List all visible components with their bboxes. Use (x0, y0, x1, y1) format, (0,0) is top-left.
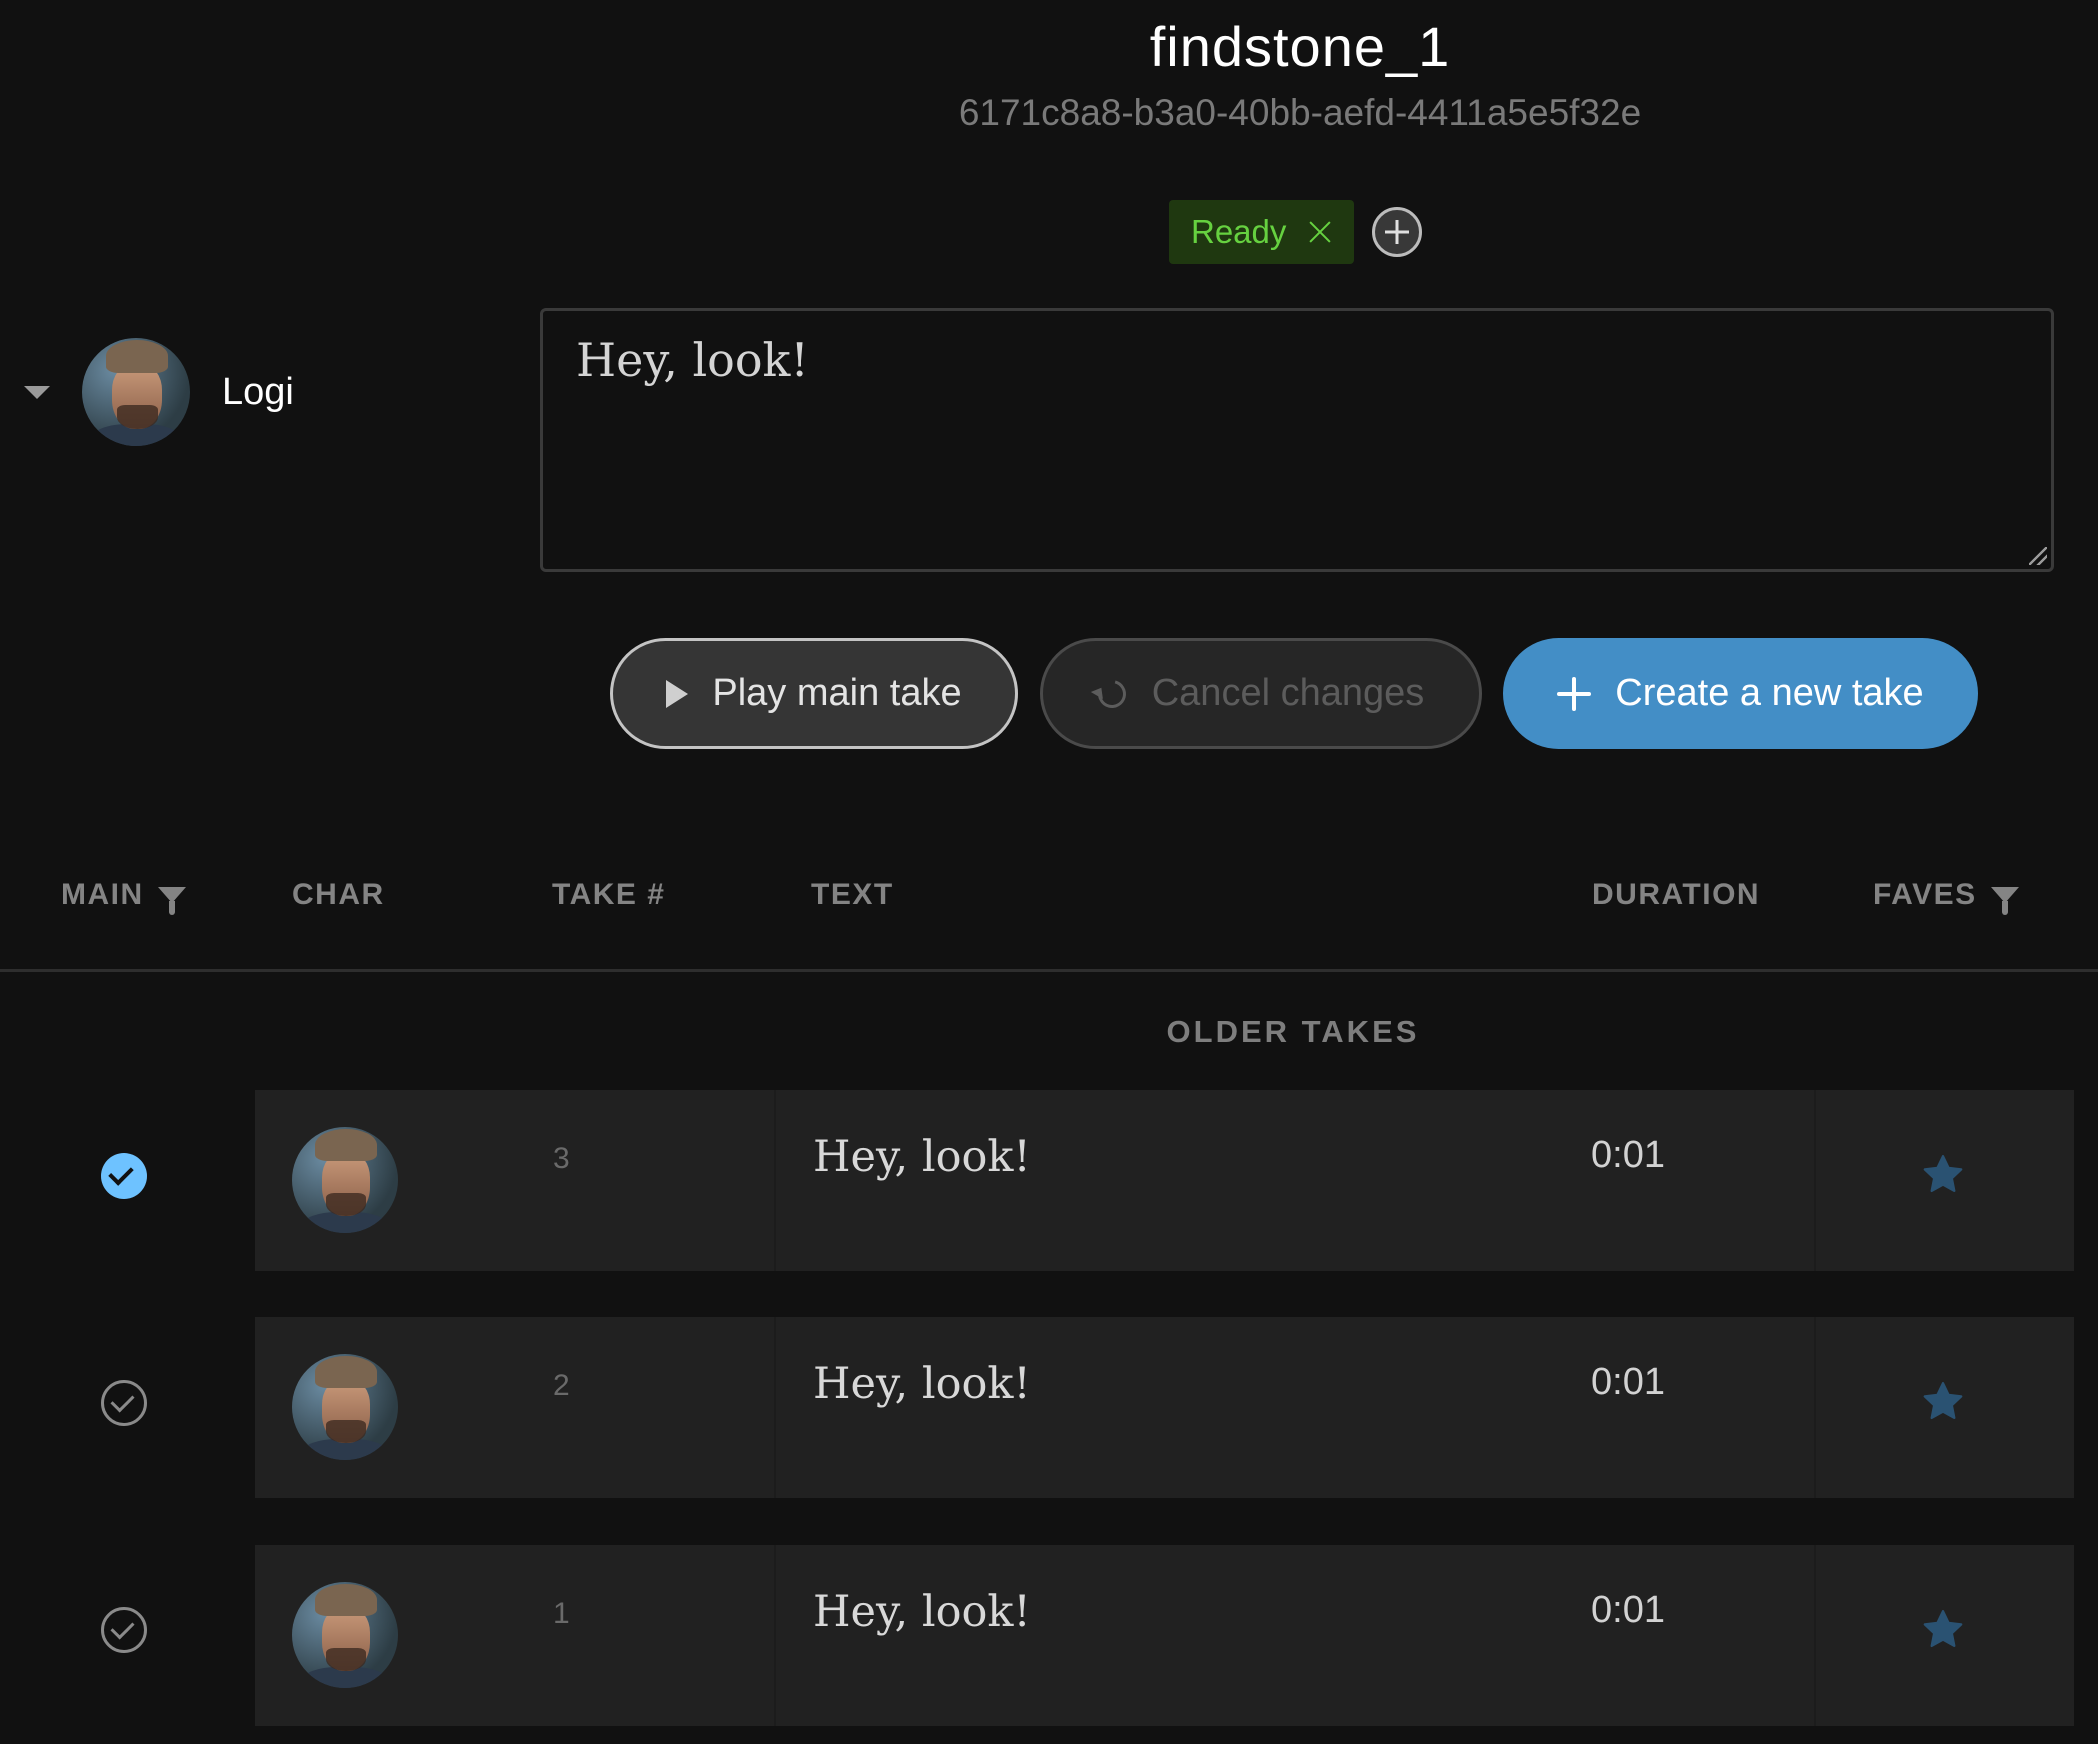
create-label: Create a new take (1615, 672, 1924, 714)
column-divider (1814, 1545, 1816, 1726)
character-name: Logi (222, 370, 294, 413)
take-duration: 0:01 (1591, 1589, 1665, 1631)
star-icon[interactable] (1919, 1152, 1967, 1198)
take-editor-page: findstone_1 6171c8a8-b3a0-40bb-aefd-4411… (0, 0, 2098, 1744)
character-avatar (292, 1582, 398, 1688)
column-label: MAIN (61, 878, 144, 911)
cancel-changes-button[interactable]: Cancel changes (1040, 638, 1482, 749)
header-divider (0, 969, 2098, 972)
section-label-older-takes: OLDER TAKES (1166, 1014, 1420, 1049)
main-take-toggle[interactable] (101, 1153, 147, 1199)
take-number: 2 (553, 1369, 570, 1402)
take-text: Hey, look! (813, 1132, 1031, 1182)
column-divider (774, 1090, 776, 1271)
take-row[interactable]: 2 Hey, look! 0:01 (255, 1317, 2074, 1498)
take-number: 3 (553, 1142, 570, 1175)
take-row[interactable]: 3 Hey, look! 0:01 (255, 1090, 2074, 1271)
character-header: Logi (0, 338, 294, 446)
take-text: Hey, look! (813, 1587, 1031, 1637)
star-icon[interactable] (1919, 1379, 1967, 1425)
column-label: DURATION (1592, 878, 1761, 911)
take-number: 1 (553, 1597, 570, 1630)
cancel-label: Cancel changes (1151, 672, 1425, 714)
script-text-input[interactable]: Hey, look! (540, 308, 2054, 572)
column-header-take: TAKE # (552, 878, 665, 912)
plus-icon (1557, 677, 1591, 711)
undo-icon (1092, 674, 1131, 713)
take-duration: 0:01 (1591, 1361, 1665, 1403)
column-divider (1814, 1317, 1816, 1498)
column-header-faves[interactable]: FAVES (1873, 878, 2019, 915)
column-divider (1814, 1090, 1816, 1271)
take-row[interactable]: 1 Hey, look! 0:01 (255, 1545, 2074, 1726)
main-take-toggle[interactable] (101, 1380, 147, 1426)
column-header-text: TEXT (811, 878, 894, 912)
line-uuid: 6171c8a8-b3a0-40bb-aefd-4411a5e5f32e (958, 92, 1642, 133)
column-divider (774, 1545, 776, 1726)
take-duration: 0:01 (1591, 1134, 1665, 1176)
resize-handle[interactable] (2029, 547, 2047, 565)
take-text: Hey, look! (813, 1359, 1031, 1409)
play-main-take-button[interactable]: Play main take (610, 638, 1018, 749)
page-title: findstone_1 (1149, 15, 1451, 78)
column-header-duration: DURATION (1592, 878, 1760, 912)
close-icon[interactable] (1308, 220, 1332, 244)
caret-down-icon[interactable] (24, 385, 50, 399)
play-label: Play main take (712, 672, 962, 714)
column-divider (774, 1317, 776, 1498)
check-icon (108, 1160, 134, 1186)
tag-label: Ready (1191, 213, 1287, 250)
column-header-char: CHAR (292, 878, 385, 912)
column-label: FAVES (1873, 878, 1977, 911)
check-icon (110, 1388, 135, 1413)
create-new-take-button[interactable]: Create a new take (1503, 638, 1978, 749)
add-tag-button[interactable] (1372, 207, 1423, 257)
tag-list: Ready (1169, 200, 1423, 264)
filter-icon[interactable] (1990, 887, 2019, 915)
play-icon (666, 679, 689, 708)
column-label: CHAR (292, 878, 385, 911)
character-avatar (292, 1354, 398, 1460)
column-label: TEXT (811, 878, 894, 911)
status-tag-ready[interactable]: Ready (1169, 200, 1355, 264)
character-avatar (292, 1127, 398, 1233)
main-take-toggle[interactable] (101, 1607, 147, 1653)
check-icon (110, 1615, 135, 1640)
script-text: Hey, look! (576, 333, 809, 387)
star-icon[interactable] (1919, 1607, 1967, 1653)
filter-icon[interactable] (157, 887, 186, 915)
character-avatar (82, 338, 190, 446)
column-label: TAKE # (552, 878, 666, 911)
column-header-main[interactable]: MAIN (61, 878, 186, 915)
